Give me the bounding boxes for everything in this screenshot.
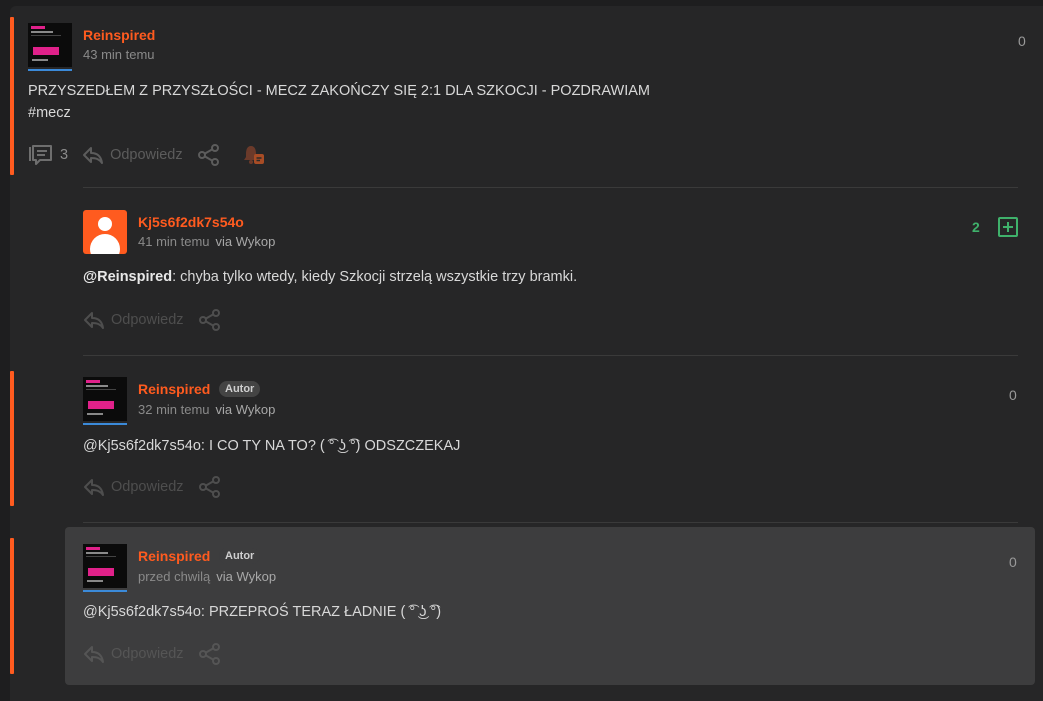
comment-content: @Reinspired: chyba tylko wtedy, kiedy Sz…: [83, 266, 1013, 288]
reply-icon: [83, 147, 104, 164]
comment-author[interactable]: Reinspired: [138, 381, 210, 397]
comment-score: 0: [1009, 554, 1017, 570]
comment-content: @Kj5s6f2dk7s54o: PRZEPROŚ TERAZ ŁADNIE (…: [83, 601, 1013, 623]
avatar-underline: [83, 423, 127, 425]
share-button[interactable]: [198, 643, 222, 665]
avatar-underline: [83, 590, 127, 592]
observe-button[interactable]: [241, 143, 267, 167]
post-score: 0: [1018, 33, 1026, 49]
post-time[interactable]: 43 min temu: [83, 47, 155, 62]
reply-icon: [84, 646, 104, 663]
avatar[interactable]: [83, 544, 127, 588]
reply-label: Odpowiedz: [110, 147, 183, 163]
post-actions: 3 Odpowiedz: [28, 143, 281, 167]
comment-via: via Wykop: [216, 569, 277, 584]
avatar[interactable]: [83, 377, 127, 421]
comments-icon: [29, 145, 52, 165]
comment-author[interactable]: Kj5s6f2dk7s54o: [138, 214, 244, 230]
avatar-underline: [28, 69, 72, 71]
share-button[interactable]: [197, 144, 221, 166]
reply-button[interactable]: Odpowiedz: [82, 145, 183, 165]
comment-actions: Odpowiedz: [83, 308, 236, 332]
comment-text: : PRZEPROŚ TERAZ ŁADNIE ( ͡° ͜ʖ ͡°): [200, 604, 442, 620]
reply-button[interactable]: Odpowiedz: [83, 477, 184, 497]
share-button[interactable]: [198, 309, 222, 331]
comment-actions: Odpowiedz: [83, 642, 236, 666]
reply-button[interactable]: Odpowiedz: [83, 644, 184, 664]
comment-author[interactable]: Reinspired: [138, 548, 210, 564]
comment-actions: Odpowiedz: [83, 475, 236, 499]
post-text: PRZYSZEDŁEM Z PRZYSZŁOŚCI - MECZ ZAKOŃCZ…: [28, 83, 650, 99]
divider: [83, 187, 1018, 188]
comment-mention[interactable]: @Kj5s6f2dk7s54o: [83, 438, 201, 454]
comment-time: 32 min temu via Wykop: [138, 402, 275, 417]
avatar[interactable]: [28, 23, 72, 67]
reply-label: Odpowiedz: [111, 479, 184, 495]
bell-icon: [243, 146, 264, 164]
reply-label: Odpowiedz: [111, 312, 184, 328]
comments-toggle[interactable]: 3: [28, 144, 68, 166]
post-tag[interactable]: #mecz: [28, 102, 988, 124]
divider: [83, 355, 1018, 356]
avatar[interactable]: [83, 210, 127, 254]
comment-via: via Wykop: [215, 402, 276, 417]
divider: [83, 522, 1018, 523]
share-icon: [198, 309, 220, 331]
plus-icon[interactable]: [998, 217, 1018, 237]
comment-time-text[interactable]: przed chwilą: [138, 569, 210, 584]
post-author[interactable]: Reinspired: [83, 27, 155, 43]
comment-text: : I CO TY NA TO? ( ͡° ͜ʖ ͡°) ODSZCZEKAJ: [200, 438, 461, 454]
author-badge: Autor: [219, 548, 261, 564]
author-badge: Autor: [219, 381, 261, 397]
comment-content: @Kj5s6f2dk7s54o: I CO TY NA TO? ( ͡° ͜ʖ …: [83, 435, 1013, 457]
comment-mention[interactable]: @Reinspired: [83, 269, 172, 285]
comment-time: 41 min temu via Wykop: [138, 234, 275, 249]
share-icon: [198, 643, 220, 665]
accent-bar: [10, 17, 14, 175]
comment-mention[interactable]: @Kj5s6f2dk7s54o: [83, 604, 201, 620]
comment-time: przed chwilą via Wykop: [138, 569, 276, 584]
share-button[interactable]: [198, 476, 222, 498]
accent-bar: [10, 371, 14, 506]
comment-text: : chyba tylko wtedy, kiedy Szkocji strze…: [172, 269, 578, 285]
accent-bar: [10, 538, 14, 674]
comments-count: 3: [60, 147, 69, 163]
post-content: PRZYSZEDŁEM Z PRZYSZŁOŚCI - MECZ ZAKOŃCZ…: [28, 80, 988, 124]
share-icon: [198, 476, 220, 498]
comment-score: 2: [972, 219, 980, 235]
share-icon: [197, 144, 219, 166]
post-time-text[interactable]: 43 min temu: [83, 47, 155, 62]
reply-icon: [84, 312, 104, 329]
comment-via: via Wykop: [215, 234, 276, 249]
comment-score: 0: [1009, 387, 1017, 403]
comment-time-text[interactable]: 32 min temu: [138, 402, 210, 417]
reply-icon: [84, 479, 104, 496]
reply-button[interactable]: Odpowiedz: [83, 310, 184, 330]
reply-label: Odpowiedz: [111, 646, 184, 662]
comment-time-text[interactable]: 41 min temu: [138, 234, 210, 249]
